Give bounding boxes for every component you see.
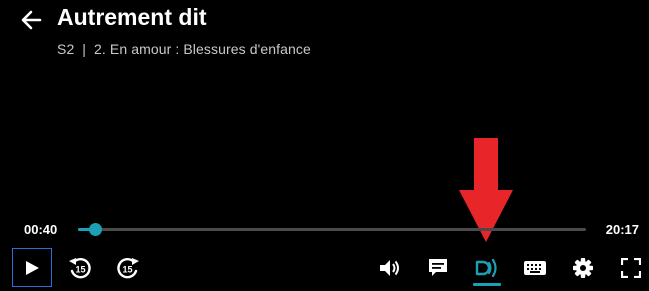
- volume-icon: [380, 260, 399, 276]
- keyboard-icon: [524, 261, 546, 275]
- volume-button[interactable]: [373, 251, 407, 285]
- fullscreen-button[interactable]: [614, 251, 648, 285]
- play-button[interactable]: [12, 248, 52, 287]
- episode-subtitle: S2 | 2. En amour : Blessures d'enfance: [57, 41, 311, 57]
- active-indicator: [473, 283, 501, 286]
- gear-icon: [573, 258, 593, 278]
- audio-description-icon: [475, 258, 497, 278]
- back-button[interactable]: [18, 6, 50, 34]
- settings-button[interactable]: [566, 251, 600, 285]
- subtitles-button[interactable]: [421, 251, 455, 285]
- forward-15-button[interactable]: 15: [111, 251, 145, 285]
- play-icon: [26, 260, 39, 275]
- fullscreen-icon: [621, 258, 641, 278]
- red-arrow-annotation: [459, 138, 513, 242]
- forward-15-icon: 15: [117, 257, 139, 279]
- keyboard-button[interactable]: [518, 251, 552, 285]
- page-title: Autrement dit: [57, 4, 207, 30]
- rewind-15-button[interactable]: 15: [63, 251, 97, 285]
- svg-text:15: 15: [122, 265, 132, 275]
- audio-description-button[interactable]: [470, 251, 504, 285]
- progress-handle[interactable]: [88, 223, 102, 236]
- subtitles-icon: [429, 259, 447, 276]
- progress-bar[interactable]: [78, 223, 586, 236]
- rewind-15-icon: 15: [69, 257, 91, 279]
- current-time: 00:40: [24, 222, 58, 237]
- svg-text:15: 15: [75, 265, 85, 275]
- arrow-left-icon: [21, 10, 42, 30]
- duration-time: 20:17: [605, 222, 639, 237]
